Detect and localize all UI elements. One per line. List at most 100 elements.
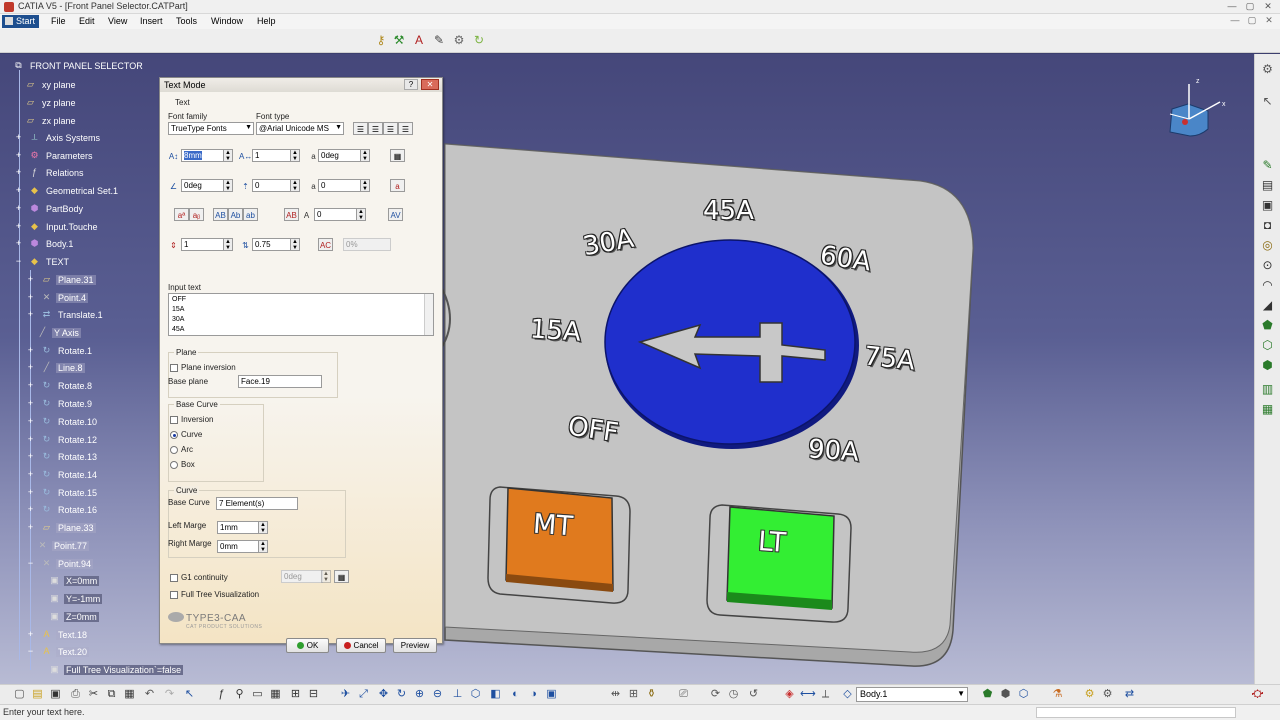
line-count-input[interactable]: 1	[181, 238, 226, 251]
dialog-close-button[interactable]: ✕	[421, 79, 439, 90]
axis-system-tool-icon[interactable]: ⟂	[818, 687, 833, 702]
vertical-text-icon[interactable]: AV	[388, 208, 403, 221]
textarea-scrollbar[interactable]	[424, 294, 433, 335]
right-marge-spinner[interactable]: ▲ ▼	[258, 540, 268, 553]
redo-icon[interactable]: ↷	[162, 687, 177, 702]
open-icon[interactable]: ▤	[30, 687, 45, 702]
ok-button[interactable]: OK	[286, 638, 329, 653]
expand-plus-icon[interactable]: +	[24, 451, 37, 462]
cancel-button[interactable]: Cancel	[336, 638, 386, 653]
copy-icon[interactable]: ⧉	[104, 687, 119, 702]
offset-y-input[interactable]: 0	[318, 179, 362, 192]
expand-plus-icon[interactable]: +	[24, 504, 37, 515]
update-icon[interactable]: ⟳	[708, 687, 723, 702]
spacing-input[interactable]: 0	[314, 208, 358, 221]
expand-plus-icon[interactable]: +	[12, 238, 25, 249]
tree-node-plane-31[interactable]: + ▱ Plane.31	[24, 274, 96, 285]
catalog-icon[interactable]: ▭	[250, 687, 265, 702]
fly-mode-icon[interactable]: ✈	[338, 687, 353, 702]
knowledge-icon[interactable]: ⚲	[232, 687, 247, 702]
snapshot-icon[interactable]: ⎚	[676, 687, 691, 702]
tree-node-point-4[interactable]: + ✕ Point.4	[24, 292, 89, 303]
formula-icon[interactable]: ƒ	[214, 687, 229, 702]
expand-plus-icon[interactable]: +	[24, 522, 37, 533]
paste-icon[interactable]: ▦	[122, 687, 137, 702]
cursor-icon[interactable]: ↖	[1260, 94, 1275, 109]
clock-icon[interactable]: ◷	[726, 687, 741, 702]
ratio-input[interactable]: 1	[252, 149, 292, 162]
slant-input[interactable]: 0deg	[318, 149, 362, 162]
expand-plus-icon[interactable]: +	[24, 487, 37, 498]
factor-input[interactable]: 0.75	[252, 238, 292, 251]
body-select[interactable]: Body.1 ▼	[856, 687, 968, 702]
constraint-icon[interactable]: ◈	[782, 687, 797, 702]
tree-node-translate-1[interactable]: + ⇄ Translate.1	[24, 309, 105, 320]
text-height-input[interactable]: 8mm	[181, 149, 226, 162]
expand-plus-icon[interactable]: +	[24, 362, 37, 373]
tree-node-xy-plane[interactable]: ▱ xy plane	[24, 79, 78, 90]
box-radio[interactable]	[170, 461, 178, 469]
ratio-spinner[interactable]: ▲ ▼	[290, 149, 300, 162]
close-button[interactable]: ✕	[1260, 1, 1276, 12]
expand-plus-icon[interactable]: +	[12, 221, 25, 232]
collapse-minus-icon[interactable]: −	[24, 558, 37, 569]
expand-plus-icon[interactable]: +	[24, 434, 37, 445]
measure-item-icon[interactable]: ⊟	[306, 687, 321, 702]
bottle-icon[interactable]: ⚱	[644, 687, 659, 702]
expand-plus-icon[interactable]: +	[12, 203, 25, 214]
tree-node-rotate-10[interactable]: + ↻ Rotate.10	[24, 416, 99, 427]
tree-node-parameters[interactable]: + ⚙ Parameters	[12, 150, 95, 161]
shading-icon[interactable]: ◧	[488, 687, 503, 702]
font-family-select[interactable]: TrueType Fonts ▼	[168, 122, 254, 135]
axis-icon[interactable]: ⇹	[608, 687, 623, 702]
chamfer-icon[interactable]: ◢	[1260, 298, 1275, 313]
shell-icon[interactable]: ⬡	[1260, 338, 1275, 353]
pan-icon[interactable]: ✥	[376, 687, 391, 702]
tree-node-y-coord[interactable]: ▣ Y=-1mm	[48, 593, 103, 604]
tree-root[interactable]: ⧉ FRONT PANEL SELECTOR	[12, 60, 145, 71]
lowercase-icon[interactable]: ab	[243, 208, 258, 221]
print-icon[interactable]: ⎙	[68, 687, 83, 702]
tree-node-input-touche[interactable]: + ◆ Input.Touche	[12, 221, 100, 232]
tree-node-rotate-16[interactable]: + ↻ Rotate.16	[24, 504, 99, 515]
grid-icon[interactable]: ⊞	[626, 687, 641, 702]
pocket-icon[interactable]: ◘	[1260, 218, 1275, 233]
tree-node-point-94[interactable]: − ✕ Point.94	[24, 558, 94, 569]
tree-node-rotate-12[interactable]: + ↻ Rotate.12	[24, 434, 99, 445]
expand-plus-icon[interactable]: +	[24, 309, 37, 320]
tree-node-x-coord[interactable]: ▣ X=0mm	[48, 575, 100, 586]
tree-node-rotate-8[interactable]: + ↻ Rotate.8	[24, 380, 94, 391]
tree-node-geometrical-set[interactable]: + ◆ Geometrical Set.1	[12, 185, 120, 196]
left-marge-input[interactable]: 1mm	[217, 521, 259, 534]
work-object-icon[interactable]: ◇	[840, 687, 855, 702]
tree-node-yz-plane[interactable]: ▱ yz plane	[24, 97, 78, 108]
g1-angle-spinner[interactable]: ▲ ▼	[321, 570, 331, 583]
expand-plus-icon[interactable]: +	[24, 469, 37, 480]
angle-input[interactable]: 0deg	[181, 179, 226, 192]
preview-button[interactable]: Preview	[393, 638, 437, 653]
apply-material-icon[interactable]: ⚗	[1050, 687, 1065, 702]
whats-this-icon[interactable]: ↖	[182, 687, 197, 702]
zoom-in-icon[interactable]: ⊕	[412, 687, 427, 702]
tree-node-relations[interactable]: + ƒ Relations	[12, 167, 86, 178]
text-color-icon[interactable]: a	[390, 179, 405, 192]
base-plane-input[interactable]: Face.19	[238, 375, 322, 388]
percent-input[interactable]: 0%	[343, 238, 391, 251]
align-center-icon[interactable]: ☰	[368, 122, 383, 135]
inversion-checkbox[interactable]	[170, 416, 178, 424]
extrude-icon[interactable]: ▤	[1260, 178, 1275, 193]
subscript-icon[interactable]: aᵦ	[189, 208, 204, 221]
g1-continuity-checkbox[interactable]	[170, 574, 178, 582]
expand-plus-icon[interactable]: +	[24, 345, 37, 356]
compass-widget[interactable]: z x	[1160, 74, 1230, 144]
inspect-icon[interactable]: ⬢	[998, 687, 1013, 702]
undo-icon[interactable]: ↶	[142, 687, 157, 702]
expand-plus-icon[interactable]: +	[24, 380, 37, 391]
rotate-view-icon[interactable]: ↻	[394, 687, 409, 702]
sketch-icon[interactable]: ✎	[1260, 158, 1275, 173]
collapse-minus-icon[interactable]: −	[12, 256, 25, 267]
expand-plus-icon[interactable]: +	[12, 150, 25, 161]
tree-node-axis-systems[interactable]: + ⟂ Axis Systems	[12, 132, 102, 143]
fit-all-icon[interactable]: ⤢	[356, 687, 371, 702]
fillet-icon[interactable]: ◠	[1260, 278, 1275, 293]
